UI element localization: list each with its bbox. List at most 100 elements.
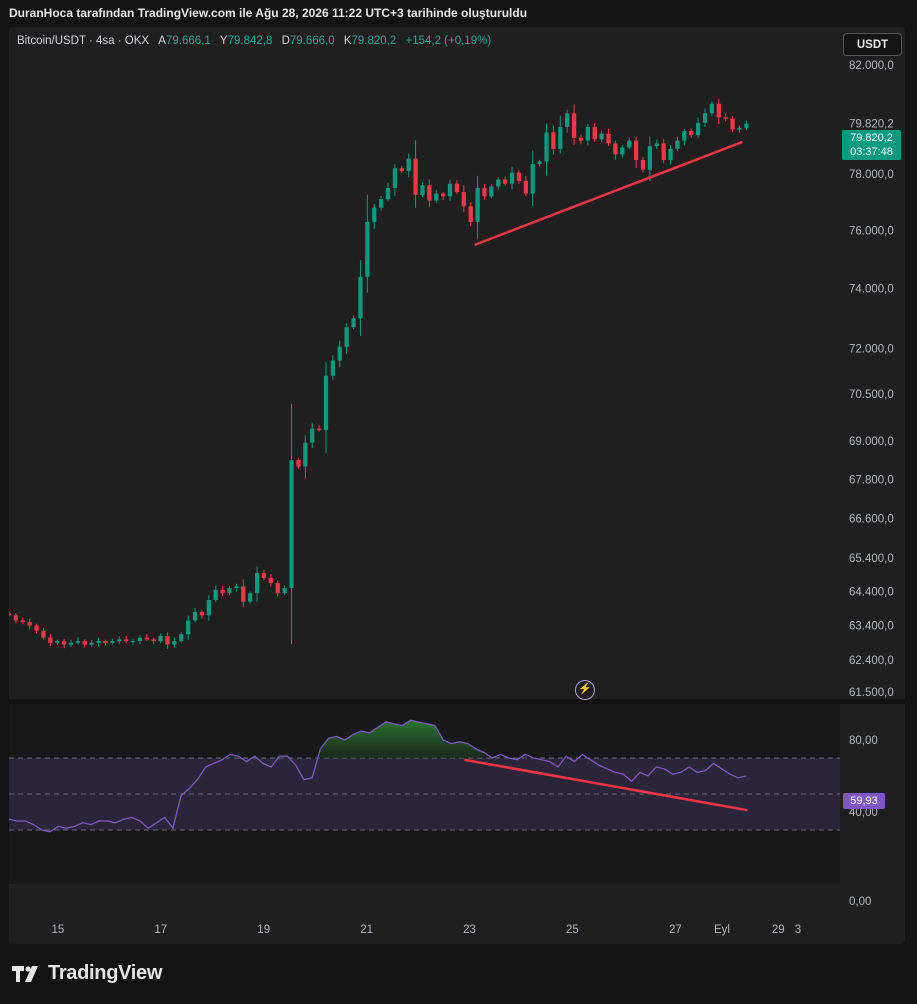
candle-body xyxy=(744,123,749,128)
candle-body xyxy=(689,131,694,136)
candle-body xyxy=(585,126,590,141)
pane-separator[interactable] xyxy=(9,699,905,704)
candle-body xyxy=(96,641,101,643)
candle-body xyxy=(130,641,136,643)
lightning-icon[interactable]: ⚡ xyxy=(575,680,595,700)
time-axis-tick: 27 xyxy=(669,924,682,936)
candle-body xyxy=(620,147,625,155)
candle-body xyxy=(206,599,211,616)
candle-body xyxy=(654,143,659,147)
candle-body xyxy=(613,143,618,155)
candle-body xyxy=(282,588,287,594)
candle-body xyxy=(427,185,432,201)
bar-countdown: 03:37:48 xyxy=(850,146,893,158)
candle-body xyxy=(482,187,487,197)
candle-body xyxy=(303,442,308,467)
low-value: 79.666,0 xyxy=(289,35,335,47)
candle-body xyxy=(413,158,418,195)
candle-body xyxy=(723,117,728,119)
footer-brand: TradingView xyxy=(12,962,162,985)
candle-body xyxy=(248,593,253,602)
time-axis-tick: Eyl xyxy=(714,924,730,936)
candle-body xyxy=(82,641,87,645)
price-pane[interactable] xyxy=(9,27,840,699)
chart-svg[interactable]: 82.000,0 79.820,2 78.000,0 76.000,0 74.000,0… xyxy=(9,27,905,944)
candle-body xyxy=(503,179,508,184)
price-axis-tick: 72.000,0 xyxy=(849,343,894,355)
candle-body xyxy=(468,206,473,222)
candle-body xyxy=(441,193,446,197)
currency-button[interactable]: USDT xyxy=(843,33,902,56)
candle-body xyxy=(668,148,673,160)
chart-frame[interactable]: 82.000,0 79.820,2 78.000,0 76.000,0 74.000,0… xyxy=(9,27,905,944)
candle-body xyxy=(289,460,294,589)
price-axis-tick: 64.400,0 xyxy=(849,586,894,598)
price-axis-tick: 74.000,0 xyxy=(849,284,894,296)
price-axis-tick: 78.000,0 xyxy=(849,169,894,181)
time-axis-tick: 17 xyxy=(154,924,167,936)
candle-body xyxy=(13,615,19,621)
candle-body xyxy=(606,133,611,144)
time-axis-tick: 29 xyxy=(772,924,785,936)
candle-body xyxy=(695,122,701,136)
candle-body xyxy=(461,192,466,207)
open-value: 79.666,1 xyxy=(165,35,211,47)
candle-body xyxy=(716,103,721,118)
candle-body xyxy=(268,577,273,584)
candle-body xyxy=(330,360,336,376)
candle-body xyxy=(227,588,232,594)
candle-body xyxy=(640,159,646,170)
rsi-axis-tick: 0,00 xyxy=(849,896,871,908)
candle-body xyxy=(186,620,191,635)
candle-body xyxy=(454,183,460,193)
candle-body xyxy=(172,641,177,645)
symbol-name: Bitcoin/USDT · 4sa · OKX xyxy=(17,35,150,47)
chart-attribution: DuranHoca tarafından TradingView.com ile… xyxy=(9,6,528,20)
candle-body xyxy=(199,611,205,616)
low-label: D xyxy=(281,35,290,47)
last-price-value: 79.820,2 xyxy=(850,132,893,144)
candle-body xyxy=(351,318,356,328)
candle-body xyxy=(537,161,542,165)
high-value: 79.842,8 xyxy=(227,35,273,47)
rsi-axis[interactable]: 80,0040,000,00 xyxy=(849,735,878,908)
candle-body xyxy=(20,620,25,623)
price-axis-tick: 69.000,0 xyxy=(849,436,894,448)
candle-body xyxy=(275,583,280,594)
price-axis-tick: 79.820,2 xyxy=(849,119,894,131)
candle-body xyxy=(165,635,170,645)
price-axis-tick: 65.400,0 xyxy=(849,553,894,565)
time-axis-tick: 25 xyxy=(566,924,579,936)
candle-body xyxy=(378,199,384,208)
time-axis-tick: 15 xyxy=(51,924,64,936)
candle-body xyxy=(434,193,439,201)
change-value: +154,2 (+0,19%) xyxy=(405,35,492,47)
candle-body xyxy=(89,642,94,645)
candle-body xyxy=(627,140,632,148)
candle-body xyxy=(551,132,556,149)
candle-body xyxy=(399,168,404,172)
candle-body xyxy=(261,572,267,578)
candle-body xyxy=(48,637,53,643)
candle-body xyxy=(337,346,342,361)
candle-body xyxy=(41,630,46,638)
candle-body xyxy=(647,146,653,170)
candle-body xyxy=(75,641,81,643)
candle-body xyxy=(709,103,715,114)
price-axis-tick: 70.500,0 xyxy=(849,389,894,401)
candle-body xyxy=(61,641,67,645)
candle-body xyxy=(254,572,260,594)
candle-body xyxy=(34,625,39,631)
candle-body xyxy=(213,589,218,600)
candle-body xyxy=(192,611,198,621)
candle-body xyxy=(544,132,549,162)
candle-body xyxy=(117,639,122,642)
candle-body xyxy=(599,133,604,140)
candle-body xyxy=(578,137,584,141)
candle-body xyxy=(55,641,60,643)
price-axis-tick: 67.800,0 xyxy=(849,474,894,486)
candle-body xyxy=(516,172,522,181)
candle-body xyxy=(702,113,708,123)
close-value: 79.820,2 xyxy=(351,35,397,47)
candle-body xyxy=(110,641,115,643)
